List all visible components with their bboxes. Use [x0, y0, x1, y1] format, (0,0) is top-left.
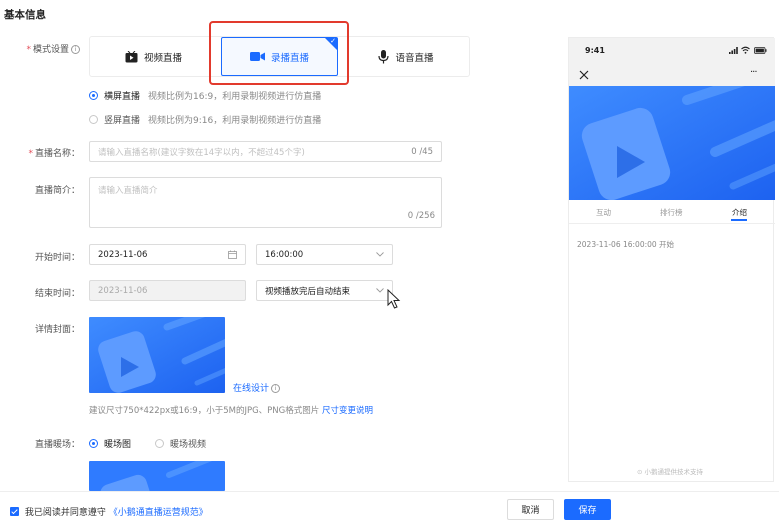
cover-image[interactable] — [89, 317, 225, 393]
agreement: 我已阅读并同意遵守 《小鹅通直播运营规范》 — [10, 505, 208, 518]
radio-button[interactable] — [155, 439, 164, 448]
preview-tab-ranking[interactable]: 排行榜 — [660, 207, 683, 218]
intro-label: 直播简介： — [34, 186, 80, 196]
phone-preview: 9:41 ··· 互动 排行榜 介绍 2023-11-06 16:00:00 开… — [568, 37, 775, 482]
chevron-down-icon — [376, 252, 384, 257]
preview-tab-interact[interactable]: 互动 — [596, 207, 611, 218]
radio-landscape[interactable]: 横屏直播 视频比例为16:9，利用录制视频进行仿直播 — [89, 89, 321, 102]
agree-checkbox[interactable] — [10, 507, 19, 516]
calendar-icon — [228, 250, 237, 259]
start-time-label: 开始时间： — [34, 253, 80, 263]
phone-nav-bar: ··· — [569, 64, 775, 86]
start-time-select[interactable]: 16:00:00 — [256, 244, 393, 265]
start-date-picker[interactable]: 2023-11-06 — [89, 244, 246, 265]
battery-icon — [754, 47, 767, 57]
end-time-label: 结束时间： — [34, 289, 80, 299]
mode-option-video-live[interactable]: 视频直播 — [90, 37, 217, 76]
live-name-input[interactable]: 请输入直播名称(建议字数在14字以内，不超过45个字) 0 /45 — [89, 141, 442, 162]
radio-button[interactable] — [89, 439, 98, 448]
phone-status-bar: 9:41 — [569, 38, 775, 64]
warmup-image[interactable] — [89, 461, 225, 491]
radio-portrait[interactable]: 竖屏直播 视频比例为9:16，利用录制视频进行仿直播 — [89, 113, 321, 126]
end-date-picker: 2023-11-06 — [89, 280, 246, 301]
preview-powered-by: ⊙ 小鹅通提供技术支持 — [637, 468, 704, 476]
preview-tab-intro[interactable]: 介绍 — [732, 207, 747, 218]
info-icon[interactable]: i — [71, 45, 80, 54]
save-button[interactable]: 保存 — [564, 499, 611, 520]
preview-start-time: 2023-11-06 16:00:00 开始 — [577, 240, 675, 249]
preview-tabs: 互动 排行榜 介绍 — [569, 200, 775, 224]
cancel-button[interactable]: 取消 — [507, 499, 554, 520]
section-title: 基本信息 — [4, 9, 46, 21]
active-tab-indicator — [731, 219, 747, 221]
name-label: * 直播名称： — [28, 149, 80, 159]
more-icon[interactable]: ··· — [750, 67, 757, 78]
close-icon[interactable] — [579, 70, 589, 83]
size-change-link[interactable]: 尺寸变更说明 — [322, 406, 373, 416]
mouse-cursor-icon — [387, 288, 401, 312]
live-intro-textarea[interactable]: 请输入直播简介 0 /256 — [89, 177, 442, 228]
footer-bar: 我已阅读并同意遵守 《小鹅通直播运营规范》 取消 保存 — [0, 491, 779, 522]
signal-icon — [729, 47, 738, 57]
wifi-icon — [741, 46, 750, 57]
tv-icon — [125, 50, 138, 63]
chevron-down-icon — [376, 288, 384, 293]
radio-warmup-video[interactable]: 暖场视频 — [155, 437, 206, 450]
radio-warmup-image[interactable]: 暖场图 — [89, 437, 131, 450]
radio-button[interactable] — [89, 115, 98, 124]
info-icon[interactable]: i — [271, 384, 281, 393]
shield-check-icon: ⊙ — [637, 468, 643, 476]
highlight-box — [209, 21, 349, 85]
cover-hint: 建议尺寸750*422px或16:9，小于5M的JPG、PNG格式图片 尺寸变更… — [89, 406, 373, 416]
mode-label: * 模式设置 i — [0, 42, 80, 55]
microphone-icon — [378, 49, 390, 64]
end-mode-select[interactable]: 视频播放完后自动结束 — [256, 280, 393, 301]
cover-label: 详情封面： — [34, 325, 80, 335]
warmup-label: 直播暖场： — [34, 440, 80, 450]
preview-cover — [569, 86, 775, 200]
online-design-link[interactable]: 在线设计 i — [233, 381, 281, 394]
mode-option-audio-live[interactable]: 语音直播 — [342, 37, 470, 76]
status-time: 9:41 — [585, 46, 605, 55]
rules-link[interactable]: 《小鹅通直播运营规范》 — [109, 508, 208, 518]
radio-button[interactable] — [89, 91, 98, 100]
